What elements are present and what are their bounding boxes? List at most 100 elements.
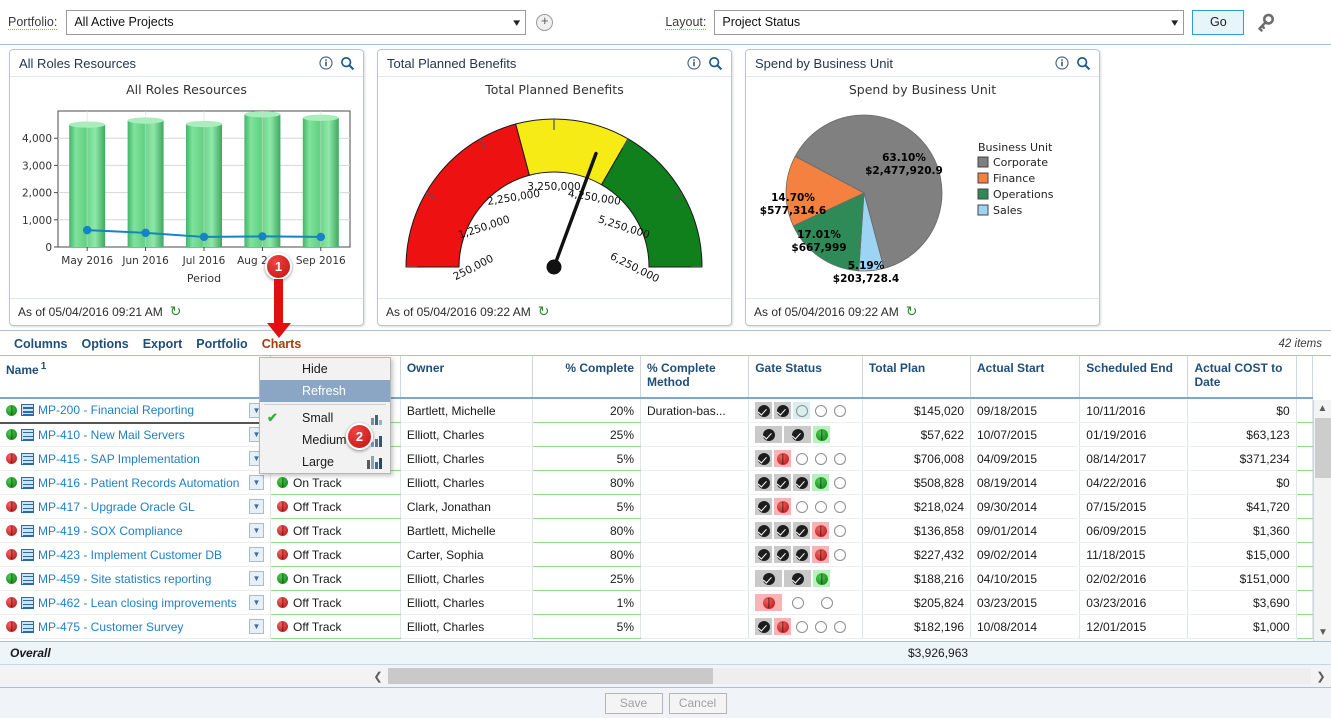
project-name-link[interactable]: MP-462 - Lean closing improvements [38, 596, 237, 610]
cell-name[interactable]: MP-423 - Implement Customer DB ▼ [0, 542, 271, 567]
horizontal-scroll-thumb[interactable] [388, 668, 713, 684]
cell-total-plan[interactable]: $57,622 [862, 422, 972, 447]
cell-name[interactable]: MP-415 - SAP Implementation ▼ [0, 446, 271, 471]
add-portfolio-button[interactable] [536, 13, 554, 31]
cell-owner[interactable]: Elliott, Charles [400, 446, 533, 471]
portfolio-label[interactable]: Portfolio: [8, 15, 58, 30]
cell-total-plan[interactable]: $136,858 [862, 518, 972, 543]
cell-name[interactable]: MP-200 - Financial Reporting ▼ [0, 398, 271, 424]
column-header-complete-method[interactable]: % Complete Method [640, 356, 750, 399]
table-row[interactable]: MP-462 - Lean closing improvements ▼ Off T… [0, 590, 1314, 615]
cell-total-plan[interactable]: $188,216 [862, 566, 972, 591]
cell-total-plan[interactable]: $227,432 [862, 542, 972, 567]
grid-vertical-scrollbar[interactable]: ▲ ▼ [1313, 400, 1331, 641]
column-header-actual-cost-to-date[interactable]: Actual COST to Date [1187, 356, 1297, 399]
cell-name[interactable]: MP-459 - Site statistics reporting ▼ [0, 566, 271, 591]
menu-item-refresh[interactable]: Refresh [260, 380, 390, 402]
scroll-right-arrow-icon[interactable]: ❯ [1311, 670, 1331, 683]
cell-total-plan[interactable]: $508,828 [862, 470, 972, 495]
cell-owner[interactable]: Elliott, Charles [400, 566, 533, 591]
go-button[interactable]: Go [1192, 9, 1245, 35]
refresh-icon[interactable]: ↻ [170, 303, 182, 320]
portfolio-select[interactable]: All Active Projects ▾ [66, 9, 527, 35]
scroll-down-arrow-icon[interactable]: ▼ [1314, 624, 1331, 641]
cell-actual-cost-to-date[interactable]: $63,123 [1187, 422, 1297, 447]
cell-owner[interactable]: Elliott, Charles [400, 590, 533, 615]
charts-dropdown-menu[interactable]: Hide Refresh ✔ Small Medium Large [259, 357, 391, 474]
magnifier-icon[interactable] [1076, 56, 1091, 71]
layout-select[interactable]: Project Status ▾ [714, 9, 1185, 35]
cell-total-plan[interactable]: $706,008 [862, 446, 972, 471]
row-actions-dropdown-icon[interactable]: ▼ [249, 547, 264, 562]
cell-total-plan[interactable]: $218,024 [862, 494, 972, 519]
refresh-icon[interactable]: ↻ [906, 303, 918, 320]
row-actions-dropdown-icon[interactable]: ▼ [249, 595, 264, 610]
column-header-complete[interactable]: % Complete [532, 356, 642, 399]
row-actions-dropdown-icon[interactable]: ▼ [249, 619, 264, 634]
project-name-link[interactable]: MP-417 - Upgrade Oracle GL [38, 500, 195, 514]
column-header-gate-status[interactable]: Gate Status [748, 356, 863, 399]
save-button[interactable]: Save [604, 692, 663, 714]
project-name-link[interactable]: MP-415 - SAP Implementation [38, 452, 200, 466]
row-actions-dropdown-icon[interactable]: ▼ [249, 475, 264, 490]
cell-actual-cost-to-date[interactable]: $1,000 [1187, 614, 1297, 639]
project-name-link[interactable]: MP-475 - Customer Survey [38, 620, 183, 634]
cell-actual-cost-to-date[interactable]: $0 [1187, 398, 1297, 423]
table-row[interactable]: MP-416 - Patient Records Automation ▼ On T… [0, 470, 1314, 495]
info-icon[interactable] [1055, 56, 1069, 70]
column-header-total-plan[interactable]: Total Plan [862, 356, 972, 399]
cell-owner[interactable]: Clark, Jonathan [400, 494, 533, 519]
cell-name[interactable]: MP-417 - Upgrade Oracle GL ▼ [0, 494, 271, 519]
cell-owner[interactable]: Bartlett, Michelle [400, 398, 533, 423]
cell-actual-cost-to-date[interactable]: $41,720 [1187, 494, 1297, 519]
scroll-up-arrow-icon[interactable]: ▲ [1314, 400, 1331, 417]
magnifier-icon[interactable] [708, 56, 723, 71]
cell-total-plan[interactable]: $145,020 [862, 398, 972, 423]
cell-owner[interactable]: Elliott, Charles [400, 470, 533, 495]
info-icon[interactable] [319, 56, 333, 70]
project-name-link[interactable]: MP-200 - Financial Reporting [38, 403, 194, 417]
info-icon[interactable] [687, 56, 701, 70]
column-header-name[interactable]: Name 1 [0, 356, 271, 399]
project-name-link[interactable]: MP-423 - Implement Customer DB [38, 548, 222, 562]
row-actions-dropdown-icon[interactable]: ▼ [249, 499, 264, 514]
magnifier-icon[interactable] [340, 56, 355, 71]
table-row[interactable]: MP-415 - SAP Implementation▼Off TrackEll… [0, 446, 1314, 471]
table-row[interactable]: MP-200 - Financial Reporting▼On TrackBar… [0, 398, 1314, 424]
cell-total-plan[interactable]: $182,196 [862, 614, 972, 639]
horizontal-scroll-track[interactable] [388, 668, 1311, 684]
cell-owner[interactable]: Bartlett, Michelle [400, 518, 533, 543]
cell-name[interactable]: MP-419 - SOX Compliance ▼ [0, 518, 271, 543]
row-actions-dropdown-icon[interactable]: ▼ [249, 571, 264, 586]
toolbar-item-options[interactable]: Options [81, 337, 128, 351]
layout-label[interactable]: Layout: [665, 15, 707, 30]
scroll-left-arrow-icon[interactable]: ❮ [368, 670, 388, 683]
cell-name[interactable]: MP-462 - Lean closing improvements ▼ [0, 590, 271, 615]
cell-name[interactable]: MP-416 - Patient Records Automation ▼ [0, 470, 271, 495]
column-header-owner[interactable]: Owner [400, 356, 533, 399]
toolbar-item-columns[interactable]: Columns [14, 337, 67, 351]
menu-item-hide[interactable]: Hide [260, 358, 390, 380]
project-name-link[interactable]: MP-410 - New Mail Servers [38, 428, 185, 442]
toolbar-item-export[interactable]: Export [143, 337, 183, 351]
column-header-actual-start[interactable]: Actual Start [970, 356, 1081, 399]
cell-name[interactable]: MP-475 - Customer Survey ▼ [0, 614, 271, 639]
vertical-scroll-thumb[interactable] [1315, 418, 1331, 478]
cell-owner[interactable]: Carter, Sophia [400, 542, 533, 567]
toolbar-item-charts[interactable]: Charts [262, 337, 302, 351]
table-row[interactable]: MP-419 - SOX Compliance ▼ Off Track Bartlet… [0, 518, 1314, 543]
row-actions-dropdown-icon[interactable]: ▼ [249, 523, 264, 538]
cell-actual-cost-to-date[interactable]: $151,000 [1187, 566, 1297, 591]
cell-actual-cost-to-date[interactable]: $371,234 [1187, 446, 1297, 471]
project-name-link[interactable]: MP-416 - Patient Records Automation [38, 476, 239, 490]
cell-name[interactable]: MP-410 - New Mail Servers ▼ [0, 422, 271, 447]
toolbar-item-portfolio[interactable]: Portfolio [196, 337, 247, 351]
grid-horizontal-scrollbar[interactable]: ❮ ❯ [0, 665, 1331, 687]
table-row[interactable]: MP-475 - Customer Survey ▼ Off Track Elliot… [0, 614, 1314, 639]
cell-actual-cost-to-date[interactable]: $0 [1187, 470, 1297, 495]
project-name-link[interactable]: MP-459 - Site statistics reporting [38, 572, 211, 586]
project-name-link[interactable]: MP-419 - SOX Compliance [38, 524, 183, 538]
cell-owner[interactable]: Elliott, Charles [400, 614, 533, 639]
cell-total-plan[interactable]: $205,824 [862, 590, 972, 615]
cell-actual-cost-to-date[interactable]: $3,690 [1187, 590, 1297, 615]
